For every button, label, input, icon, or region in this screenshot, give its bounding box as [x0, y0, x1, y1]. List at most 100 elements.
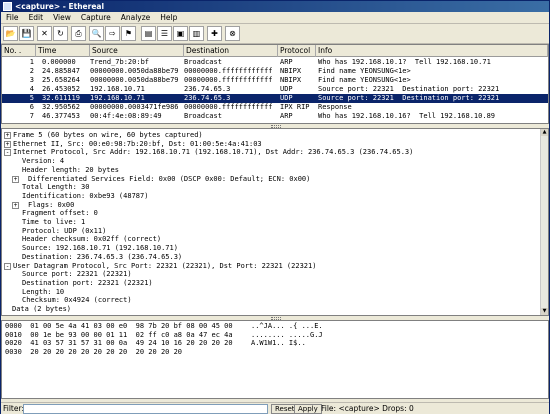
- cell-time: 32.611119: [42, 94, 80, 102]
- hex-line[interactable]: 0020 41 03 57 31 57 31 00 0a 49 24 10 16…: [5, 339, 306, 348]
- help-icon[interactable]: ⊗: [225, 26, 240, 41]
- col-time[interactable]: Time: [36, 45, 90, 57]
- packet-row[interactable]: 5 32.611119 192.168.10.71 236.74.65.3 UDP Sou…: [2, 94, 548, 103]
- detail-line[interactable]: Header checksum: 0x02ff (correct): [22, 235, 161, 244]
- cell-no: 2: [29, 67, 34, 75]
- detail-line[interactable]: Frame 5 (60 bytes on wire, 60 bytes capt…: [13, 131, 203, 140]
- cell-proto: NBIPX: [280, 67, 302, 75]
- detail-line[interactable]: Source: 192.168.10.71 (192.168.10.71): [22, 244, 178, 253]
- hex-line[interactable]: 0000 01 00 5e 4a 41 03 00 e0 98 7b 20 bf…: [5, 322, 323, 331]
- detail-line[interactable]: Internet Protocol, Src Addr: 192.168.10.…: [13, 148, 413, 157]
- cell-no: 4: [29, 85, 34, 93]
- detail-line[interactable]: Version: 4: [22, 157, 64, 166]
- detail-line[interactable]: Data (2 bytes): [12, 305, 71, 314]
- detail-line[interactable]: User Datagram Protocol, Src Port: 22321 …: [13, 262, 316, 271]
- reload-icon[interactable]: ↻: [53, 26, 68, 41]
- collapse-icon[interactable]: -: [4, 262, 11, 270]
- cell-time: 25.658264: [42, 76, 80, 84]
- menu-analyze[interactable]: Analyze: [116, 12, 156, 24]
- packet-row[interactable]: 6 32.950562 00000000.0003471fe986 00000000.…: [2, 103, 548, 112]
- save-icon[interactable]: 💾: [19, 26, 34, 41]
- close-icon[interactable]: ✕: [37, 26, 52, 41]
- packet-row[interactable]: 4 26.453052 192.168.10.71 236.74.65.3 UDP Sou…: [2, 85, 548, 94]
- menu-capture[interactable]: Capture: [76, 12, 116, 24]
- settings-icon[interactable]: ✚: [207, 26, 222, 41]
- expand-icon[interactable]: +: [4, 132, 11, 139]
- cell-dst: 00000000.ffffffffffff: [184, 67, 273, 75]
- colorize-icon[interactable]: ▤: [141, 26, 156, 41]
- packet-details: + Frame 5 (60 bytes on wire, 60 bytes cap…: [1, 128, 549, 316]
- apply-button[interactable]: Apply: [294, 404, 322, 414]
- menu-help[interactable]: Help: [155, 12, 182, 24]
- hex-line[interactable]: 0010 00 1e be 93 00 00 01 11 02 ff c0 a8…: [5, 330, 323, 340]
- detail-line[interactable]: Length: 10: [22, 288, 64, 297]
- col-protocol[interactable]: Protocol: [278, 45, 316, 57]
- detail-line[interactable]: Flags: 0x00: [28, 201, 74, 210]
- expand-icon[interactable]: +: [4, 140, 11, 148]
- detail-line[interactable]: Total Length: 30: [22, 183, 89, 192]
- open-icon[interactable]: 📂: [3, 26, 18, 41]
- cell-info: Source port: 22321 Destination port: 223…: [318, 94, 500, 102]
- cell-dst: Broadcast: [184, 112, 222, 120]
- cell-dst: Broadcast: [184, 58, 222, 66]
- hex-bytes: 00 1e be 93 00 00 01 11 02 ff c0 a8 0a 4…: [30, 330, 233, 339]
- detail-line[interactable]: Destination port: 22321 (22321): [22, 279, 153, 288]
- col-source[interactable]: Source: [90, 45, 184, 57]
- col-no[interactable]: No. .: [2, 45, 36, 57]
- go-to-icon[interactable]: ⇨: [105, 26, 120, 41]
- cell-src: Trend_7b:20:bf: [90, 58, 150, 66]
- detail-line[interactable]: Identification: 0xbe93 (48787): [22, 192, 148, 201]
- cell-no: 6: [29, 103, 34, 111]
- detail-line[interactable]: Checksum: 0x4924 (correct): [22, 296, 132, 305]
- packet-row[interactable]: 7 46.377453 00:4f:4e:08:89:49 Broadcast ARP W…: [2, 112, 548, 121]
- cell-src: 00:4f:4e:08:89:49: [90, 112, 162, 120]
- detail-line[interactable]: Fragment offset: 0: [22, 209, 98, 218]
- filter-input[interactable]: [23, 404, 268, 414]
- hex-ascii: A.W1W1.. I$..: [251, 339, 323, 348]
- menu-file[interactable]: File: [1, 12, 24, 24]
- cell-src: 00000000.0003471fe986: [90, 103, 179, 111]
- toolbar: 📂 💾 ✕ ↻ ⎙ 🔍 ⇨ ⚑ ▤ ☰ ▣ ▥ ✚ ⊗: [1, 24, 549, 44]
- packet-list: No. . Time Source Destination Protocol I…: [1, 44, 549, 124]
- stats-icon[interactable]: ▥: [189, 26, 204, 41]
- hex-offset: 0000: [5, 322, 22, 330]
- detail-line[interactable]: Header length: 20 bytes: [22, 166, 119, 175]
- hex-bytes: 41 03 57 31 57 31 00 0a 49 24 10 16 20 2…: [30, 339, 233, 348]
- packet-row[interactable]: 3 25.658264 00000000.0050da88be79 00000000.…: [2, 76, 548, 85]
- packet-row[interactable]: 1 0.000000 Trend_7b:20:bf Broadcast ARP Who h…: [2, 58, 548, 67]
- status-bar: Filter: Reset Apply File: <capture> Drop…: [1, 402, 549, 414]
- details-scrollbar[interactable]: ▲ ▼: [540, 129, 548, 315]
- cell-info: Find name YEONSUNG<1e>: [318, 76, 411, 84]
- detail-line[interactable]: Destination: 236.74.65.3 (236.74.65.3): [22, 253, 182, 262]
- preferences-icon[interactable]: ☰: [157, 26, 172, 41]
- detail-line[interactable]: Differentiated Services Field: 0x00 (DSC…: [28, 175, 310, 184]
- expand-icon[interactable]: +: [12, 201, 19, 209]
- menu-view[interactable]: View: [48, 12, 76, 24]
- menu-edit[interactable]: Edit: [24, 12, 49, 24]
- ethereal-window: <capture> - Ethereal File Edit View Capt…: [0, 0, 550, 414]
- detail-line[interactable]: Time to live: 1: [22, 218, 85, 227]
- cell-src: 00000000.0050da88be79: [90, 76, 179, 84]
- detail-line[interactable]: Protocol: UDP (0x11): [22, 227, 106, 236]
- cell-time: 24.885847: [42, 67, 80, 75]
- expand-icon[interactable]: +: [12, 175, 19, 183]
- zoom-icon[interactable]: ▣: [173, 26, 188, 41]
- find-icon[interactable]: 🔍: [89, 26, 104, 41]
- cell-no: 1: [29, 58, 34, 66]
- detail-line[interactable]: Source port: 22321 (22321): [22, 270, 132, 279]
- col-destination[interactable]: Destination: [184, 45, 278, 57]
- cell-info: Source port: 22321 Destination port: 223…: [318, 85, 500, 93]
- window-title: <capture> - Ethereal: [15, 2, 105, 11]
- collapse-icon[interactable]: -: [4, 149, 11, 157]
- detail-line[interactable]: Ethernet II, Src: 00:e0:98:7b:20:bf, Dst…: [13, 140, 262, 149]
- cell-dst: 236.74.65.3: [184, 85, 231, 93]
- print-icon[interactable]: ⎙: [71, 26, 86, 41]
- scroll-up-icon[interactable]: ▲: [541, 129, 548, 136]
- col-info[interactable]: Info: [316, 45, 548, 57]
- hex-line[interactable]: 0030 20 20 20 20 20 20 20 20 20 20 20 20: [5, 348, 182, 357]
- cell-info: Find name YEONSUNG<1e>: [318, 67, 411, 75]
- filter-icon[interactable]: ⚑: [121, 26, 136, 41]
- packet-row[interactable]: 2 24.885847 00000000.0050da88be79 00000000.…: [2, 67, 548, 76]
- scroll-down-icon[interactable]: ▼: [541, 308, 548, 315]
- cell-proto: NBIPX: [280, 76, 302, 84]
